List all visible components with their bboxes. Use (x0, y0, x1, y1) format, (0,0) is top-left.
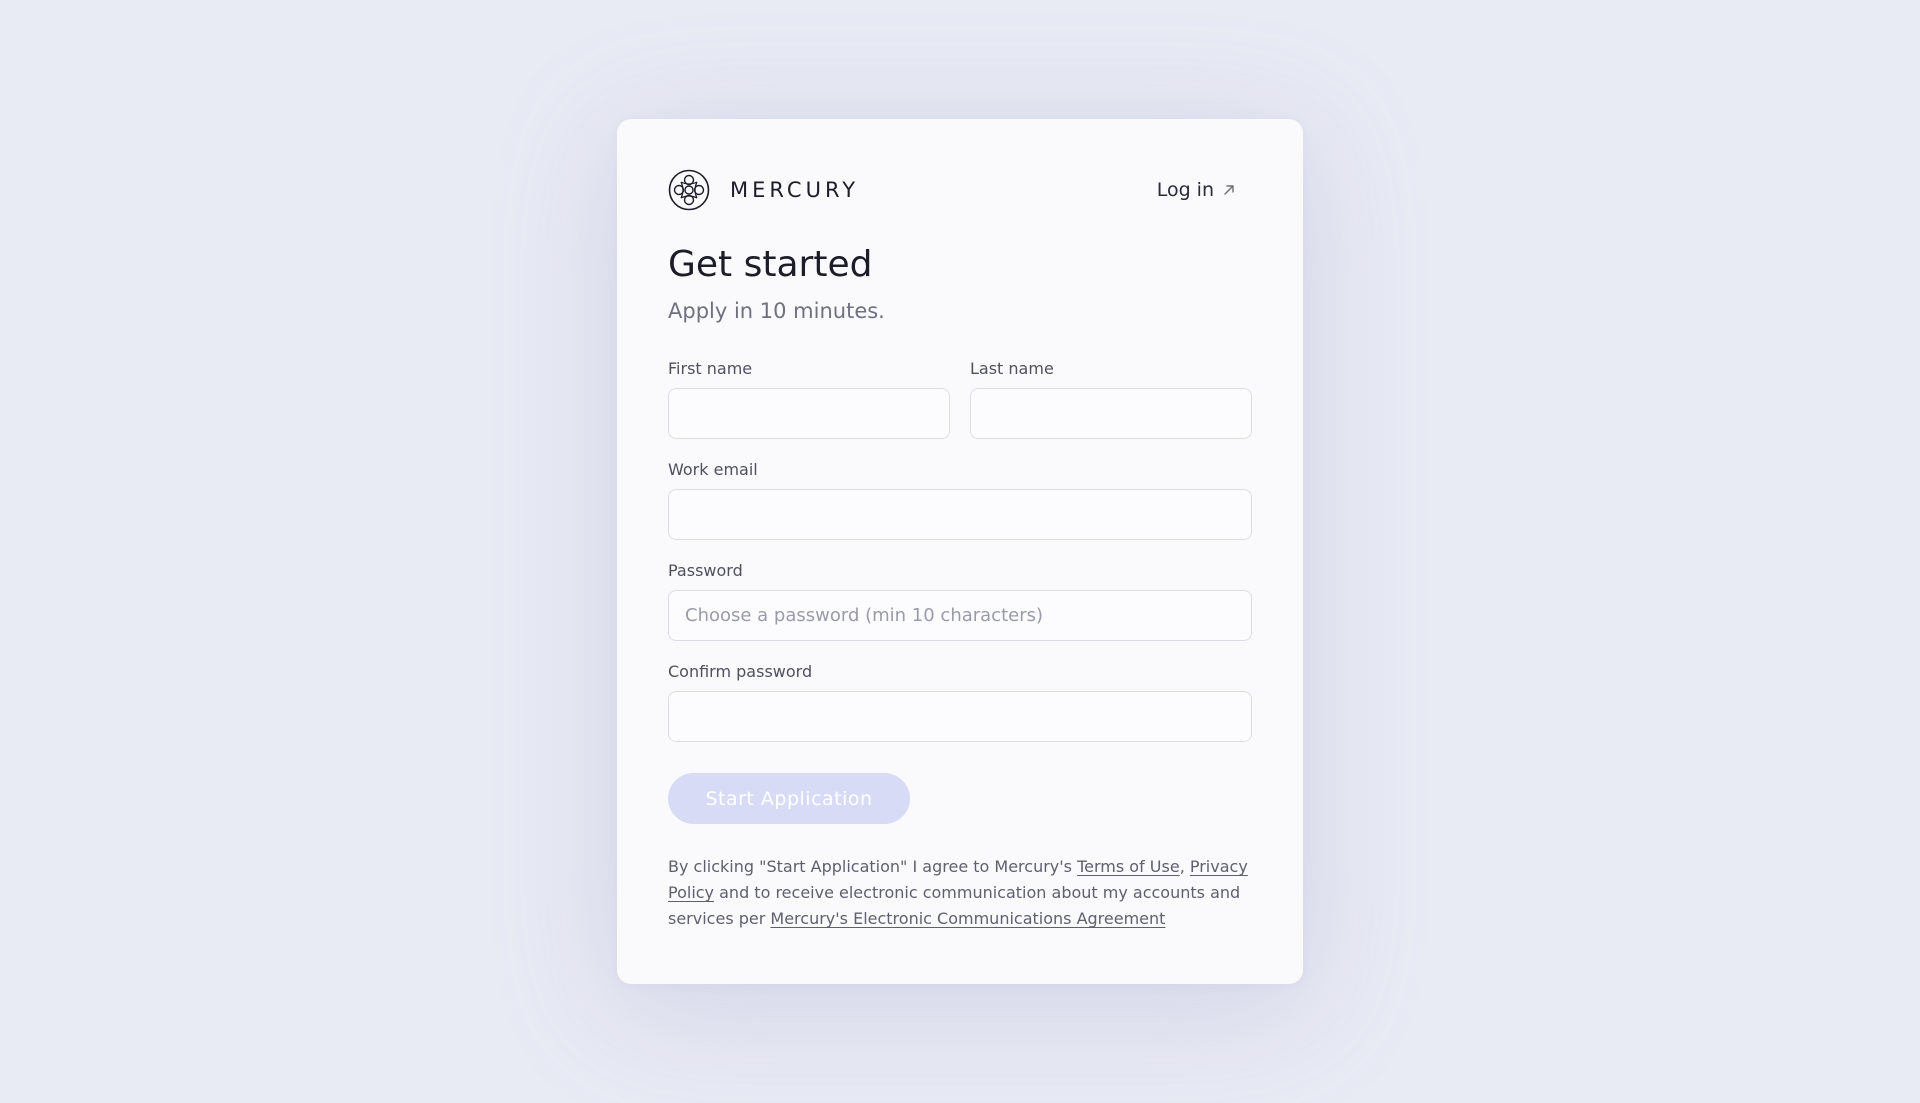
first-name-input[interactable] (668, 388, 950, 439)
login-label: Log in (1156, 179, 1214, 201)
card-header: MERCURY Log in (668, 169, 1252, 211)
terms-of-use-link[interactable]: Terms of Use (1077, 857, 1180, 876)
first-name-field: First name (668, 359, 950, 439)
page-title: Get started (668, 244, 873, 285)
last-name-field: Last name (970, 359, 1252, 439)
confirm-password-input[interactable] (668, 691, 1252, 742)
confirm-password-field: Confirm password (668, 662, 1252, 742)
login-link[interactable]: Log in (1157, 179, 1235, 201)
first-name-label: First name (668, 359, 753, 378)
password-field: Password (668, 561, 1252, 641)
page-subtitle: Apply in 10 minutes. (668, 299, 885, 323)
password-label: Password (668, 561, 743, 580)
confirm-password-label: Confirm password (668, 662, 813, 681)
legal-separator: , (1179, 857, 1190, 876)
mercury-logo-icon (668, 169, 710, 211)
last-name-input[interactable] (970, 388, 1252, 439)
brand-name: MERCURY (730, 178, 860, 202)
arrow-up-right-icon (1224, 185, 1234, 195)
password-input[interactable] (668, 590, 1252, 641)
last-name-label: Last name (970, 359, 1054, 378)
legal-text: By clicking "Start Application" I agree … (668, 854, 1252, 932)
name-row: First name Last name (668, 359, 1252, 439)
start-application-button[interactable]: Start Application (668, 773, 910, 824)
signup-card: MERCURY Log in Get started Apply in 10 m… (617, 119, 1303, 984)
work-email-input[interactable] (668, 489, 1252, 540)
legal-prefix: By clicking "Start Application" I agree … (668, 857, 1078, 876)
brand: MERCURY (668, 169, 859, 211)
work-email-field: Work email (668, 460, 1252, 540)
work-email-label: Work email (668, 460, 758, 479)
electronic-communications-agreement-link[interactable]: Mercury's Electronic Communications Agre… (770, 909, 1165, 928)
